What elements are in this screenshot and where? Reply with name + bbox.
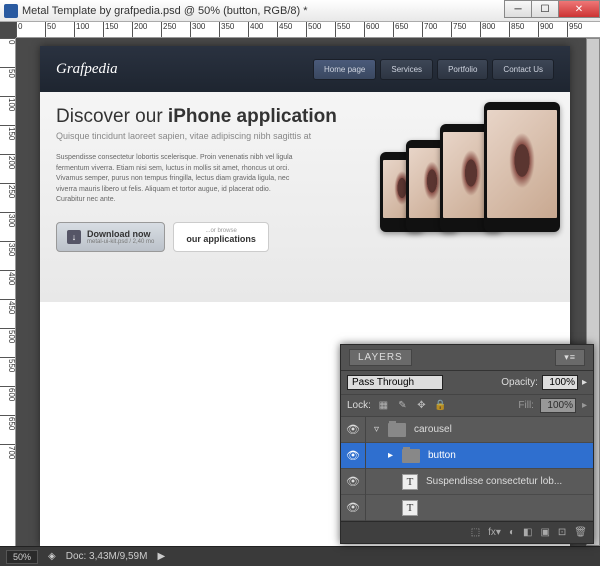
- doc-size: Doc: 3,43M/9,59M: [66, 551, 148, 562]
- window-titlebar: Metal Template by grafpedia.psd @ 50% (b…: [0, 0, 600, 22]
- layers-footer-icon-5[interactable]: ⊡: [558, 527, 566, 538]
- lock-transparent-icon[interactable]: ▦: [377, 399, 390, 412]
- layers-menu-icon[interactable]: ▾≡: [555, 349, 585, 366]
- nav: Home pageServicesPortfolioContact Us: [313, 59, 554, 80]
- layers-tab-bar: LAYERS ▾≡: [341, 345, 593, 371]
- visibility-icon[interactable]: 👁: [345, 501, 361, 514]
- layer-name: carousel: [414, 424, 452, 435]
- layer-name: button: [428, 450, 456, 461]
- blend-mode-select[interactable]: [347, 375, 443, 390]
- app-label: our applications: [186, 234, 256, 244]
- zoom-icon[interactable]: ◈: [48, 551, 56, 562]
- text-layer-icon: T: [402, 500, 418, 516]
- headline-b: iPhone application: [168, 106, 337, 127]
- layers-footer: ⬚ fx▾ ◐ ◧ ▣ ⊡ 🗑: [341, 521, 593, 543]
- layer-row[interactable]: 👁T: [341, 495, 593, 521]
- expand-icon[interactable]: ▿: [374, 424, 384, 435]
- layers-options: Opacity: ▸: [341, 371, 593, 395]
- zoom-input[interactable]: 50%: [6, 550, 38, 564]
- layers-footer-icon-1[interactable]: fx▾: [488, 527, 501, 538]
- lock-label: Lock:: [347, 400, 371, 411]
- headline-a: Discover our: [56, 106, 168, 127]
- header-bar: Grafpedia Home pageServicesPortfolioCont…: [40, 46, 570, 92]
- layers-footer-icon-0[interactable]: ⬚: [471, 527, 480, 538]
- layers-list[interactable]: 👁▿carousel👁▸button👁TSuspendisse consecte…: [341, 417, 593, 521]
- applications-button[interactable]: ...or browse our applications: [173, 222, 269, 252]
- download-icon: ↓: [67, 230, 81, 244]
- minimize-button[interactable]: ─: [504, 0, 532, 18]
- ruler-vertical[interactable]: 0501001502002503003504004505005506006507…: [0, 38, 16, 546]
- layer-row[interactable]: 👁 T Suspendisse consectetur lob...: [341, 469, 593, 495]
- layers-panel[interactable]: LAYERS ▾≡ Opacity: ▸ Lock: ▦ ✎ ✥ 🔒 Fill:…: [340, 344, 594, 544]
- logo: Grafpedia: [56, 61, 118, 78]
- text-layer-icon: T: [402, 474, 418, 490]
- layer-name: Suspendisse consectetur lob...: [426, 476, 562, 487]
- ruler-horizontal[interactable]: 0501001502002503003504004505005506006507…: [16, 22, 600, 38]
- fill-input: [540, 398, 576, 413]
- download-sub: metal-ui-kit.psd / 2,40 mo: [87, 239, 154, 245]
- status-bar: 50% ◈ Doc: 3,43M/9,59M ▶: [0, 546, 600, 566]
- hero-content: Discover our iPhone application Quisque …: [40, 92, 570, 302]
- lock-brush-icon[interactable]: ✎: [396, 399, 409, 412]
- layers-footer-icon-4[interactable]: ▣: [540, 527, 549, 538]
- nav-home-page[interactable]: Home page: [313, 59, 376, 80]
- layers-footer-icon-2[interactable]: ◐: [509, 527, 515, 538]
- fill-label: Fill:: [518, 400, 534, 411]
- body-text: Suspendisse consectetur lobortis sceleri…: [56, 153, 296, 206]
- maximize-button[interactable]: ☐: [531, 0, 559, 18]
- layers-tab[interactable]: LAYERS: [349, 349, 412, 366]
- visibility-icon[interactable]: 👁: [345, 449, 361, 462]
- visibility-icon[interactable]: 👁: [345, 475, 361, 488]
- fill-arrow-icon: ▸: [582, 400, 587, 411]
- nav-portfolio[interactable]: Portfolio: [437, 59, 488, 80]
- visibility-icon[interactable]: 👁: [345, 423, 361, 436]
- close-button[interactable]: ✕: [558, 0, 600, 18]
- layers-footer-icon-6[interactable]: 🗑: [574, 527, 587, 538]
- layers-footer-icon-3[interactable]: ◧: [523, 527, 532, 538]
- phone-4: [484, 102, 560, 232]
- opacity-label: Opacity:: [501, 377, 538, 388]
- nav-contact-us[interactable]: Contact Us: [492, 59, 554, 80]
- app-icon: [4, 4, 18, 18]
- layer-row[interactable]: 👁 ▿ carousel: [341, 417, 593, 443]
- folder-icon: [388, 423, 406, 437]
- doc-size-arrow[interactable]: ▶: [157, 551, 165, 562]
- expand-icon[interactable]: ▸: [388, 450, 398, 461]
- lock-all-icon[interactable]: 🔒: [434, 399, 447, 412]
- lock-move-icon[interactable]: ✥: [415, 399, 428, 412]
- download-button[interactable]: ↓ Download now metal-ui-kit.psd / 2,40 m…: [56, 222, 165, 252]
- window-title: Metal Template by grafpedia.psd @ 50% (b…: [22, 5, 308, 17]
- phone-mockups: [398, 102, 560, 232]
- layers-lock-row: Lock: ▦ ✎ ✥ 🔒 Fill: ▸: [341, 395, 593, 417]
- opacity-input[interactable]: [542, 375, 578, 390]
- folder-icon: [402, 449, 420, 463]
- download-label: Download now: [87, 229, 154, 239]
- nav-services[interactable]: Services: [380, 59, 433, 80]
- layer-row[interactable]: 👁 ▸ button: [341, 443, 593, 469]
- opacity-arrow-icon[interactable]: ▸: [582, 377, 587, 388]
